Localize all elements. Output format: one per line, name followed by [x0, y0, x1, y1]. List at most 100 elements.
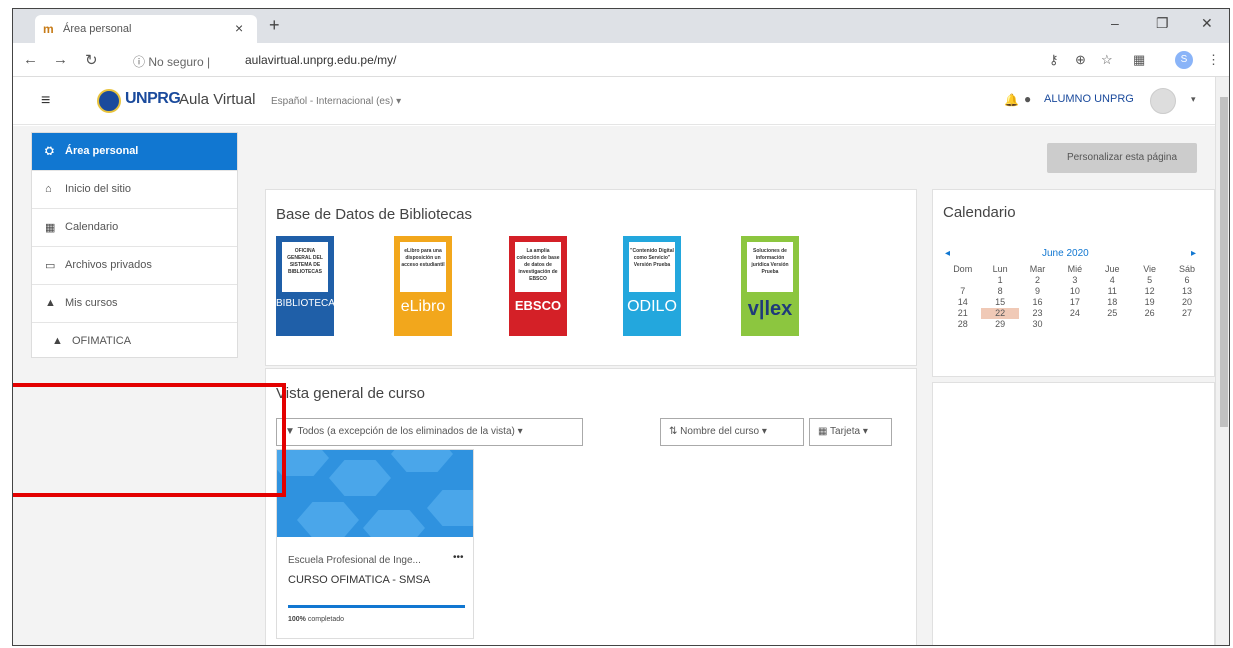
- restore-icon[interactable]: ❐: [1156, 15, 1169, 32]
- view-dropdown[interactable]: ▦ Tarjeta ▾: [809, 418, 892, 446]
- calendar-week: 7 8 9 10 11 12 13: [944, 286, 1206, 297]
- page-body: ⛭ Área personal ⌂ Inicio del sitio ▦ Cal…: [13, 126, 1215, 645]
- calendar-day[interactable]: 26: [1131, 308, 1168, 319]
- course-category: Escuela Profesional de Inge...: [288, 555, 421, 566]
- sidebar-item-label: OFIMATICA: [72, 335, 132, 347]
- calendar-day[interactable]: 4: [1094, 275, 1131, 286]
- scrollbar-thumb[interactable]: [1220, 97, 1228, 427]
- calendar-day[interactable]: 7: [944, 286, 981, 297]
- calendar-day[interactable]: 8: [981, 286, 1018, 297]
- sidebar-item-ofimatica[interactable]: ▲ OFIMATICA: [32, 323, 237, 361]
- library-block: Base de Datos de Bibliotecas OFICINA GEN…: [265, 189, 917, 366]
- university-logo[interactable]: [97, 89, 121, 113]
- calendar-day[interactable]: 9: [1019, 286, 1056, 297]
- user-name[interactable]: ALUMNO UNPRG: [1044, 93, 1134, 105]
- book-ebsco[interactable]: La amplia colección de base de datos de …: [509, 236, 567, 336]
- book-description: OFICINA GENERAL DEL SISTEMA DE BIBLIOTEC…: [282, 242, 328, 292]
- prev-month-icon[interactable]: ◂: [945, 248, 950, 259]
- book-biblioteca[interactable]: OFICINA GENERAL DEL SISTEMA DE BIBLIOTEC…: [276, 236, 334, 336]
- security-indicator[interactable]: ⓘ No seguro |: [133, 53, 210, 70]
- sidebar-item-calendario[interactable]: ▦ Calendario: [32, 209, 237, 247]
- book-name: v|lex: [747, 298, 793, 320]
- weekday-label: Vie: [1143, 264, 1157, 274]
- calendar-day[interactable]: 19: [1131, 297, 1168, 308]
- avatar[interactable]: [1150, 88, 1176, 114]
- calendar-day[interactable]: 1: [981, 275, 1018, 286]
- calendar-day[interactable]: 21: [944, 308, 981, 319]
- calendar-day[interactable]: 2: [1019, 275, 1056, 286]
- message-icon[interactable]: ●: [1024, 92, 1031, 106]
- bell-icon[interactable]: 🔔: [1004, 93, 1019, 107]
- sidebar-item-mis-cursos[interactable]: ▲ Mis cursos: [32, 285, 237, 323]
- book-elibro[interactable]: eLibro para una disposición un acceso es…: [394, 236, 452, 336]
- calendar-day[interactable]: 14: [944, 297, 981, 308]
- reload-icon[interactable]: ↻: [85, 51, 98, 69]
- tab-title: Área personal: [63, 23, 132, 35]
- calendar-day[interactable]: 28: [944, 319, 981, 330]
- calendar-day[interactable]: 6: [1168, 275, 1205, 286]
- progress-bar: [288, 605, 465, 608]
- url-input[interactable]: ⓘ No seguro | aulavirtual.unprg.edu.pe/m…: [133, 49, 1013, 71]
- calendar-day: [1131, 319, 1168, 330]
- course-card[interactable]: Escuela Profesional de Inge... ••• CURSO…: [276, 449, 474, 639]
- sort-dropdown[interactable]: ⇅ Nombre del curso ▾: [660, 418, 804, 446]
- grouping-filter[interactable]: ▼ Todos (a excepción de los eliminados d…: [276, 418, 583, 446]
- calendar-day[interactable]: 16: [1019, 297, 1056, 308]
- extensions-icon[interactable]: ▦: [1133, 52, 1145, 68]
- zoom-icon[interactable]: ⊕: [1075, 52, 1086, 68]
- back-icon[interactable]: ←: [23, 51, 38, 68]
- book-odilo[interactable]: "Contenido Digital como Servicio" Versió…: [623, 236, 681, 336]
- course-image[interactable]: [277, 450, 473, 537]
- browser-tab[interactable]: m Área personal ×: [35, 15, 257, 43]
- file-icon: ▭: [45, 260, 56, 272]
- profile-icon[interactable]: S: [1175, 51, 1193, 69]
- more-options-icon[interactable]: •••: [453, 552, 464, 563]
- new-tab-icon[interactable]: +: [269, 15, 280, 36]
- star-icon[interactable]: ☆: [1101, 52, 1113, 68]
- calendar-day[interactable]: 17: [1056, 297, 1093, 308]
- hamburger-icon[interactable]: ≡: [41, 92, 59, 110]
- sidebar-item-inicio[interactable]: ⌂ Inicio del sitio: [32, 171, 237, 209]
- calendar-day[interactable]: 5: [1131, 275, 1168, 286]
- calendar-day[interactable]: 30: [1019, 319, 1056, 330]
- book-description: Soluciones de información jurídica Versi…: [747, 242, 793, 292]
- course-name[interactable]: CURSO OFIMATICA - SMSA: [288, 574, 430, 586]
- calendar-day: [1056, 319, 1093, 330]
- sidebar-item-label: Área personal: [65, 145, 139, 157]
- calendar-day[interactable]: 22: [981, 308, 1019, 319]
- page-scrollbar[interactable]: [1215, 77, 1229, 645]
- calendar-day[interactable]: 13: [1168, 286, 1205, 297]
- book-vlex[interactable]: Soluciones de información jurídica Versi…: [741, 236, 799, 336]
- url-text: aulavirtual.unprg.edu.pe/my/: [245, 53, 397, 67]
- sidebar-item-area-personal[interactable]: ⛭ Área personal: [32, 133, 237, 171]
- highlight-annotation: [13, 383, 286, 497]
- site-header: ≡ UNPRG Aula Virtual Español - Internaci…: [13, 77, 1229, 125]
- calendar-day[interactable]: 23: [1019, 308, 1056, 319]
- calendar-day[interactable]: 11: [1094, 286, 1131, 297]
- key-icon[interactable]: ⚷: [1049, 52, 1059, 68]
- calendar-day[interactable]: 27: [1168, 308, 1205, 319]
- menu-icon[interactable]: ⋮: [1207, 52, 1220, 68]
- language-selector[interactable]: Español - Internacional (es) ▾: [271, 96, 401, 107]
- calendar-day[interactable]: 10: [1056, 286, 1093, 297]
- calendar-day[interactable]: 24: [1056, 308, 1093, 319]
- minimize-icon[interactable]: –: [1111, 15, 1119, 31]
- close-window-icon[interactable]: ✕: [1201, 15, 1213, 32]
- calendar-day[interactable]: 15: [981, 297, 1018, 308]
- calendar-day[interactable]: 29: [981, 319, 1018, 330]
- calendar-day[interactable]: 12: [1131, 286, 1168, 297]
- calendar-day[interactable]: 18: [1094, 297, 1131, 308]
- customize-page-button[interactable]: Personalizar esta página: [1047, 143, 1197, 173]
- brand-name[interactable]: UNPRG: [125, 90, 181, 108]
- next-month-icon[interactable]: ▸: [1191, 248, 1196, 259]
- weekday-label: Dom: [953, 264, 973, 274]
- calendar-day[interactable]: 20: [1168, 297, 1205, 308]
- close-tab-icon[interactable]: ×: [235, 20, 243, 36]
- site-name[interactable]: Aula Virtual: [179, 91, 255, 108]
- forward-icon[interactable]: →: [53, 51, 68, 68]
- calendar-day[interactable]: 25: [1094, 308, 1131, 319]
- calendar-day[interactable]: 3: [1056, 275, 1093, 286]
- browser-window: m Área personal × + – ❐ ✕ ← → ↻ ⓘ No seg…: [12, 8, 1230, 646]
- chevron-down-icon[interactable]: ▾: [1191, 94, 1196, 105]
- sidebar-item-archivos[interactable]: ▭ Archivos privados: [32, 247, 237, 285]
